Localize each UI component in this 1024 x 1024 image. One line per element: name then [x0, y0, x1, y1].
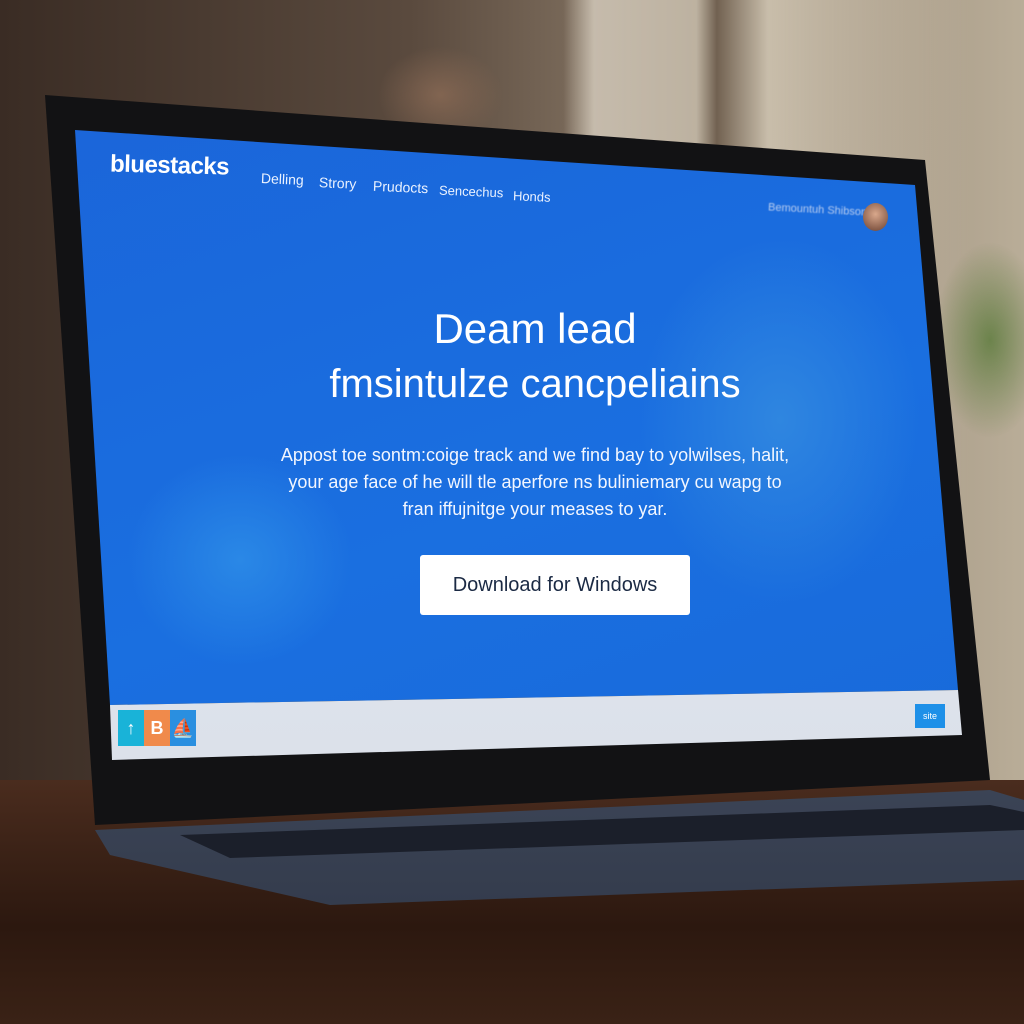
hero-title-line1: Deam lead [433, 305, 637, 352]
nav-item[interactable]: Sencechus [439, 183, 504, 201]
nav-item[interactable]: Delling [261, 170, 304, 188]
app-icon[interactable]: ↑ [118, 710, 144, 746]
download-button[interactable]: Download for Windows [420, 555, 690, 615]
b-app-icon[interactable]: B [144, 710, 170, 746]
ship-app-icon[interactable]: ⛵ [170, 710, 196, 746]
taskbar-apps: ↑ B ⛵ [118, 710, 196, 750]
nav-item[interactable]: Prudocts [373, 178, 429, 196]
avatar[interactable] [863, 203, 888, 231]
hero-title-line2: fmsintulze cancpeliains [329, 362, 741, 406]
taskbar-button[interactable]: site [915, 704, 945, 728]
nav-item[interactable]: Honds [513, 188, 551, 205]
logo[interactable]: bluestacks [110, 150, 230, 181]
nav-item[interactable]: Strory [319, 174, 357, 192]
hero-description: Appost toe sontm:coige track and we find… [280, 445, 790, 519]
